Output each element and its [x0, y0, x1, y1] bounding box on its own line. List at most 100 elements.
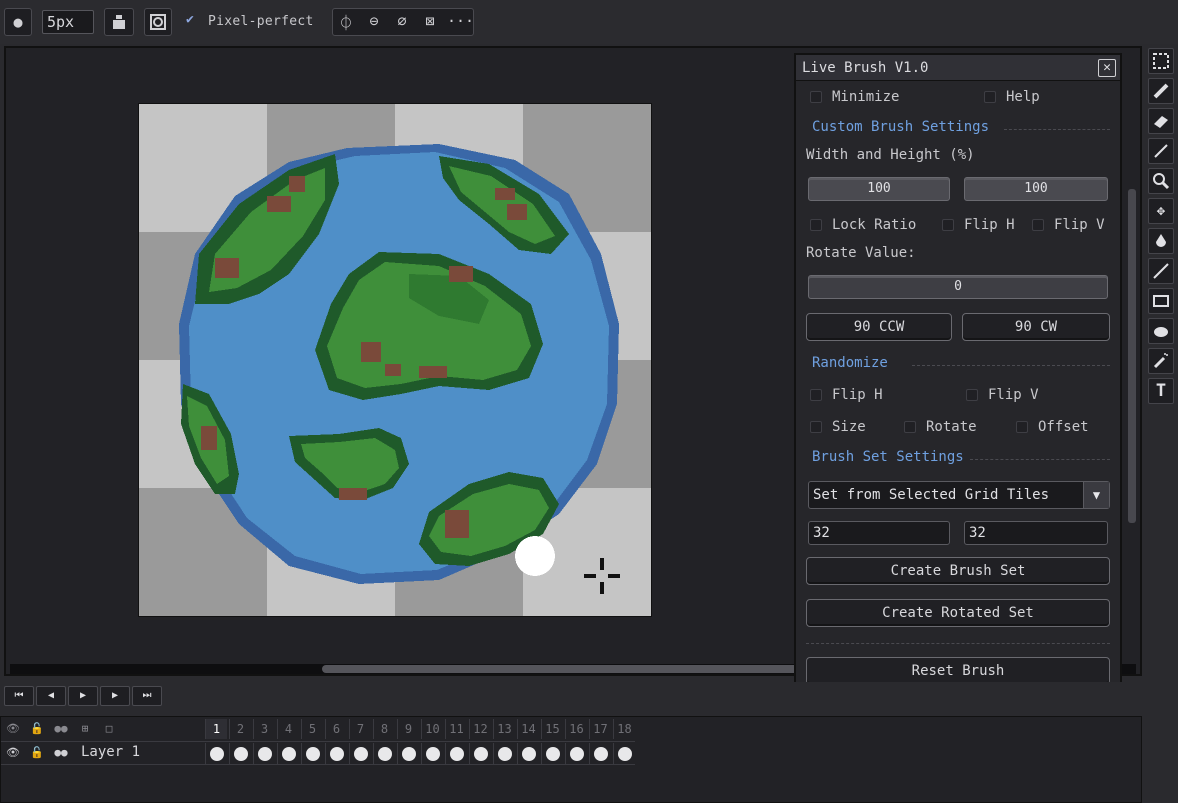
tile-width-input[interactable]: 32: [808, 521, 950, 545]
eye-icon[interactable]: 👁: [3, 720, 23, 738]
brush-set-mode-select[interactable]: Set from Selected Grid Tiles ▼: [808, 481, 1110, 509]
text-tool[interactable]: T: [1148, 378, 1174, 404]
cel-frame-1[interactable]: [205, 743, 227, 765]
frame-header-13[interactable]: 13: [493, 719, 515, 739]
lock-icon[interactable]: 🔓: [27, 720, 47, 738]
cel-frame-17[interactable]: [589, 743, 611, 765]
brush-type-button[interactable]: ●: [4, 8, 32, 36]
random-offset-checkbox[interactable]: [1016, 421, 1028, 433]
symmetry-vertical-icon[interactable]: ⏀: [335, 12, 357, 32]
reset-brush-button[interactable]: Reset Brush: [806, 657, 1110, 685]
frame-header-9[interactable]: 9: [397, 719, 419, 739]
zoom-tool[interactable]: [1148, 168, 1174, 194]
frame-header-3[interactable]: 3: [253, 719, 275, 739]
cel-frame-8[interactable]: [373, 743, 395, 765]
cel-frame-10[interactable]: [421, 743, 443, 765]
rectangle-tool[interactable]: [1148, 288, 1174, 314]
frame-header-10[interactable]: 10: [421, 719, 443, 739]
flip-v-checkbox[interactable]: [1032, 219, 1044, 231]
pixel-perfect-checkbox[interactable]: ✔: [186, 13, 200, 27]
play-button[interactable]: ▶: [68, 686, 98, 706]
width-spinbox[interactable]: 100: [808, 177, 950, 201]
cel-frame-7[interactable]: [349, 743, 371, 765]
onion-skin-icon[interactable]: □: [99, 720, 119, 738]
cel-frame-5[interactable]: [301, 743, 323, 765]
random-size-checkbox[interactable]: [810, 421, 822, 433]
cel-frame-11[interactable]: [445, 743, 467, 765]
last-frame-button[interactable]: ⏭: [132, 686, 162, 706]
panel-scrollbar[interactable]: [1128, 189, 1136, 523]
symmetry-diagonal-icon[interactable]: ⌀: [391, 12, 413, 32]
continuous-icon[interactable]: ●●: [51, 720, 71, 738]
help-checkbox[interactable]: [984, 91, 996, 103]
frame-header-5[interactable]: 5: [301, 719, 323, 739]
random-rotate-checkbox[interactable]: [904, 421, 916, 433]
more-options-icon[interactable]: ···: [447, 12, 474, 32]
frame-header-11[interactable]: 11: [445, 719, 467, 739]
flip-h-checkbox[interactable]: [942, 219, 954, 231]
frame-header-7[interactable]: 7: [349, 719, 371, 739]
frame-header-16[interactable]: 16: [565, 719, 587, 739]
frame-header-4[interactable]: 4: [277, 719, 299, 739]
rotate-cw-button[interactable]: 90 CW: [962, 313, 1110, 341]
cel-frame-12[interactable]: [469, 743, 491, 765]
group-icon[interactable]: ⊞: [75, 720, 95, 738]
spray-tool[interactable]: [1148, 348, 1174, 374]
cel-frame-13[interactable]: [493, 743, 515, 765]
blob-tool[interactable]: [1148, 318, 1174, 344]
cel-frame-16[interactable]: [565, 743, 587, 765]
frame-header-17[interactable]: 17: [589, 719, 611, 739]
layer-visible-eye-icon[interactable]: 👁: [3, 744, 23, 762]
create-brush-set-button[interactable]: Create Brush Set: [806, 557, 1110, 585]
cel-frame-15[interactable]: [541, 743, 563, 765]
line-tool[interactable]: [1148, 258, 1174, 284]
pencil-tool[interactable]: [1148, 78, 1174, 104]
frame-header-8[interactable]: 8: [373, 719, 395, 739]
layer-continuous-icon[interactable]: ●●: [51, 744, 71, 762]
first-frame-button[interactable]: ⏮: [4, 686, 34, 706]
layer-name[interactable]: Layer 1: [81, 744, 140, 760]
close-icon[interactable]: ✕: [1098, 59, 1116, 77]
frame-header-6[interactable]: 6: [325, 719, 347, 739]
artboard[interactable]: [138, 103, 652, 617]
random-flip-v-checkbox[interactable]: [966, 389, 978, 401]
ink-button[interactable]: [104, 8, 134, 36]
chevron-down-icon[interactable]: ▼: [1083, 482, 1109, 508]
panel-titlebar[interactable]: Live Brush V1.0 ✕: [796, 55, 1120, 81]
random-flip-h-checkbox[interactable]: [810, 389, 822, 401]
cel-frame-9[interactable]: [397, 743, 419, 765]
frame-header-18[interactable]: 18: [613, 719, 635, 739]
symmetry-antidiagonal-icon[interactable]: ⊠: [419, 12, 441, 32]
frame-header-12[interactable]: 12: [469, 719, 491, 739]
brush-tool[interactable]: [1148, 138, 1174, 164]
cel-frame-18[interactable]: [613, 743, 635, 765]
cel-frame-6[interactable]: [325, 743, 347, 765]
marquee-icon: [1153, 53, 1169, 69]
brush-pattern-button[interactable]: [144, 8, 172, 36]
frame-header-14[interactable]: 14: [517, 719, 539, 739]
cel-frame-3[interactable]: [253, 743, 275, 765]
rotate-ccw-button[interactable]: 90 CCW: [806, 313, 952, 341]
marquee-tool[interactable]: [1148, 48, 1174, 74]
frame-header-1[interactable]: 1: [205, 719, 227, 739]
rotate-slider[interactable]: 0: [808, 275, 1108, 299]
frame-header-2[interactable]: 2: [229, 719, 251, 739]
minimize-checkbox[interactable]: [810, 91, 822, 103]
previous-frame-button[interactable]: ◀: [36, 686, 66, 706]
layer-lock-icon[interactable]: 🔓: [27, 744, 47, 762]
cel-frame-4[interactable]: [277, 743, 299, 765]
eraser-tool[interactable]: [1148, 108, 1174, 134]
fill-tool[interactable]: [1148, 228, 1174, 254]
frame-header-15[interactable]: 15: [541, 719, 563, 739]
lock-ratio-checkbox[interactable]: [810, 219, 822, 231]
symmetry-horizontal-icon[interactable]: ⊖: [363, 12, 385, 32]
tile-height-input[interactable]: 32: [964, 521, 1108, 545]
brush-size-field[interactable]: 5px: [42, 10, 94, 34]
next-frame-button[interactable]: ▶: [100, 686, 130, 706]
create-rotated-set-button[interactable]: Create Rotated Set: [806, 599, 1110, 627]
height-spinbox[interactable]: 100: [964, 177, 1108, 201]
cel-frame-14[interactable]: [517, 743, 539, 765]
horizontal-scrollbar-thumb[interactable]: [322, 665, 802, 673]
cel-frame-2[interactable]: [229, 743, 251, 765]
move-tool[interactable]: ✥: [1148, 198, 1174, 224]
